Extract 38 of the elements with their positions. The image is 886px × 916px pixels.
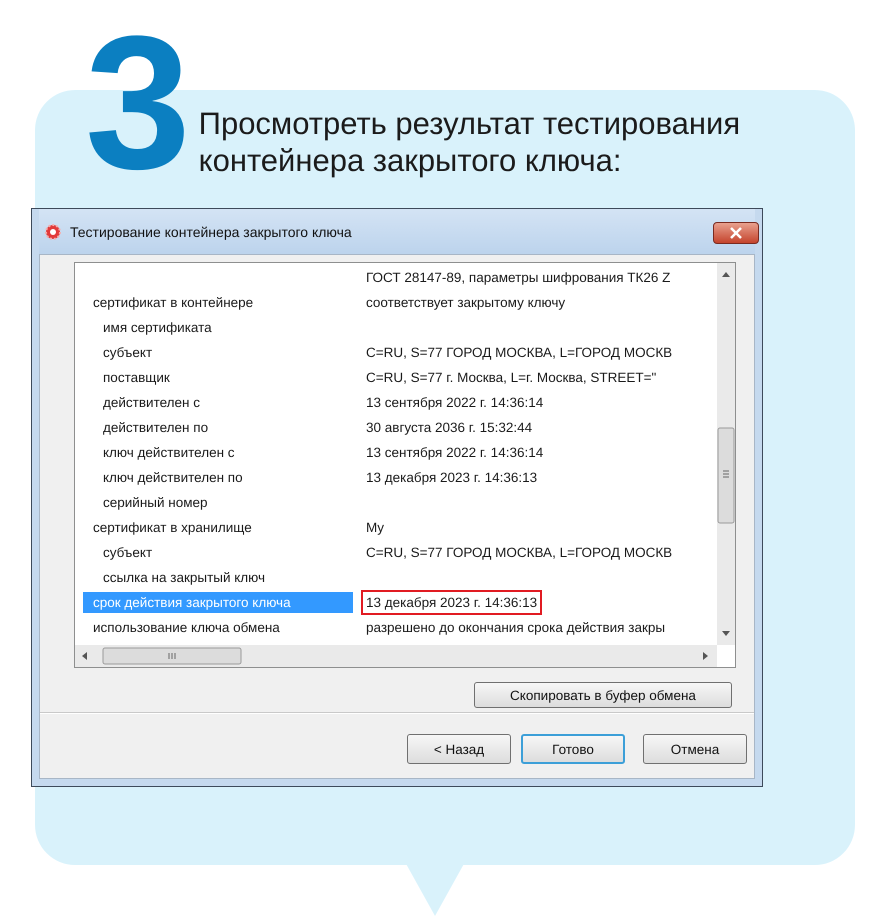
tree-row[interactable]: использование ключа обмена	[83, 617, 353, 638]
vertical-scrollbar[interactable]	[717, 263, 735, 645]
tree-row[interactable]: ключ действителен по	[83, 467, 353, 488]
tree-row[interactable]: сертификат в хранилище	[83, 517, 353, 538]
tree-row[interactable]: действителен по	[83, 417, 353, 438]
window-title: Тестирование контейнера закрытого ключа	[70, 224, 352, 240]
app-icon	[44, 222, 62, 240]
tree-row[interactable]: серийный номер	[83, 492, 353, 513]
row-value: ГОСТ 28147-89, параметры шифрования ТК26 Z	[365, 269, 672, 287]
tree-row[interactable]: имя сертификата	[83, 317, 353, 338]
tree-row[interactable]: ключ действителен с	[83, 442, 353, 463]
heading: Просмотреть результат тестирования контейнера закрытого ключа:	[198, 105, 742, 179]
row-value: C=RU, S=77 ГОРОД МОСКВА, L=ГОРОД МОСКВ	[365, 344, 674, 362]
row-value: 13 декабря 2023 г. 14:36:13	[361, 590, 542, 615]
row-value: соответствует закрытому ключу	[365, 294, 566, 312]
tree-row[interactable]: поставщик	[83, 367, 353, 388]
tree-row[interactable]: субъект	[83, 542, 353, 563]
row-value: 13 декабря 2023 г. 14:36:13	[365, 469, 538, 487]
copy-button[interactable]: Скопировать в буфер обмена	[474, 682, 732, 708]
row-value: C=RU, S=77 ГОРОД МОСКВА, L=ГОРОД МОСКВ	[365, 544, 674, 562]
row-value: 13 сентября 2022 г. 14:36:14	[365, 394, 544, 412]
row-value: C=RU, S=77 г. Москва, L=г. Москва, STREET="	[365, 369, 658, 387]
row-value: разрешено до окончания срока действия закры	[365, 619, 666, 637]
dialog-button[interactable]: < Назад	[407, 734, 511, 764]
dialog-button[interactable]: Готово	[521, 734, 625, 764]
row-value: 30 августа 2036 г. 15:32:44	[365, 419, 534, 437]
step-number: 3	[85, 8, 187, 198]
tree-row[interactable]: сертификат в контейнере	[83, 292, 353, 313]
close-icon	[729, 227, 743, 239]
close-button[interactable]	[713, 222, 759, 244]
row-value: My	[365, 519, 385, 537]
tree-row[interactable]: действителен с	[83, 392, 353, 413]
tree-row[interactable]: субъект	[83, 342, 353, 363]
row-value: 13 сентября 2022 г. 14:36:14	[365, 444, 544, 462]
results-list[interactable]	[74, 262, 736, 668]
dialog-button[interactable]: Отмена	[643, 734, 747, 764]
horizontal-scrollbar[interactable]	[75, 645, 717, 667]
tree-row[interactable]: ссылка на закрытый ключ	[83, 567, 353, 588]
